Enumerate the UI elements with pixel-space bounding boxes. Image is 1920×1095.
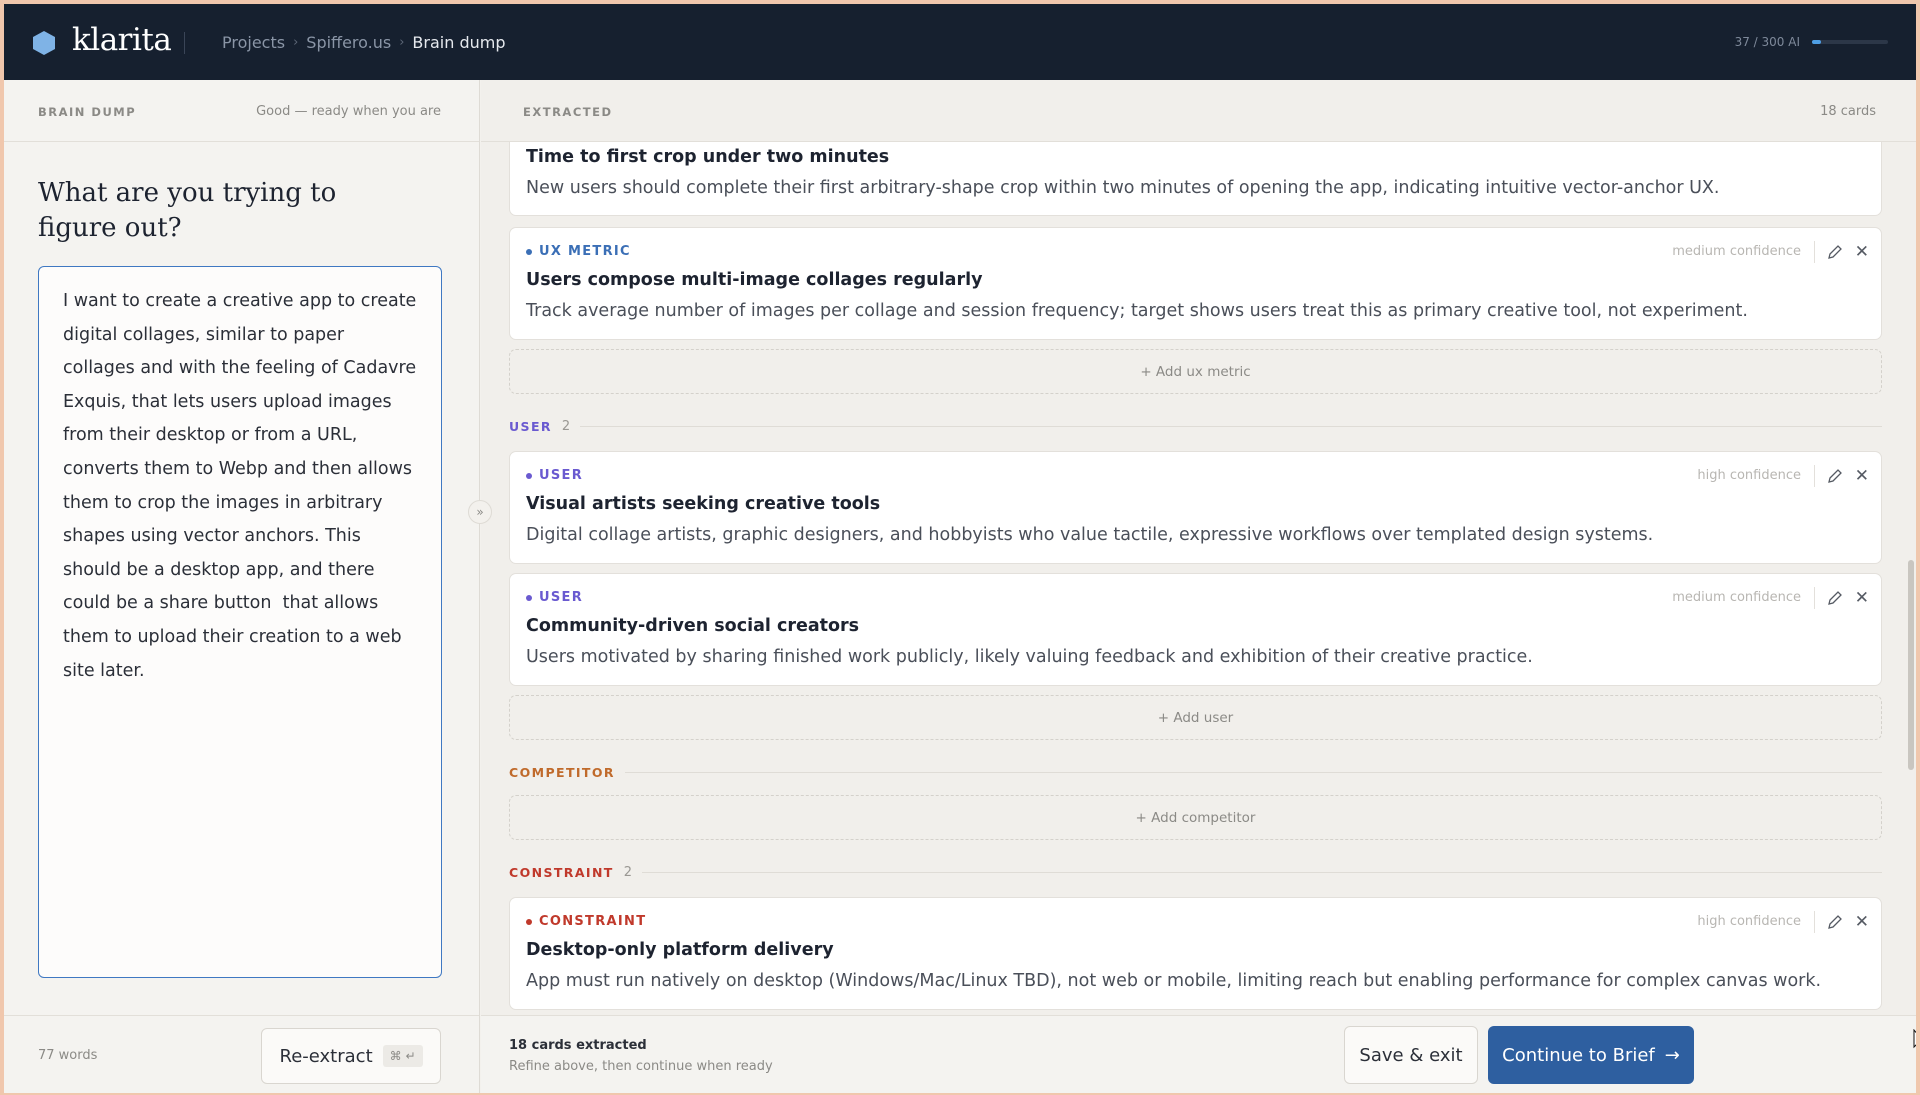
card-count: 18 cards <box>1820 104 1876 119</box>
section-count: 2 <box>623 864 633 880</box>
add-ux-metric-button[interactable]: + Add ux metric <box>509 349 1882 394</box>
card-item[interactable]: UX METRIC medium confidence ✕ Users comp… <box>509 227 1882 340</box>
continue-to-brief-button[interactable]: Continue to Brief → <box>1488 1026 1694 1084</box>
breadcrumb: Projects › Spiffero.us › Brain dump <box>222 33 505 52</box>
card-item[interactable]: Time to first crop under two minutes New… <box>509 142 1882 216</box>
breadcrumb-separator: › <box>399 35 405 50</box>
card-tag: USER <box>526 590 583 605</box>
section-divider <box>642 871 1882 873</box>
card-item[interactable]: USER high confidence ✕ Visual artists se… <box>509 451 1882 564</box>
ai-usage-bar <box>1812 40 1888 44</box>
extracted-footer: 18 cards extracted Refine above, then co… <box>481 1015 1916 1093</box>
card-description: Digital collage artists, graphic designe… <box>526 525 1654 545</box>
card-title: Visual artists seeking creative tools <box>526 494 881 514</box>
card-tag-label: USER <box>539 590 584 605</box>
cards-scroll-area[interactable]: Time to first crop under two minutes New… <box>481 142 1916 1015</box>
brain-dump-text[interactable]: I want to create a creative app to creat… <box>63 285 421 688</box>
app-window: klarita Projects › Spiffero.us › Brain d… <box>4 4 1916 1093</box>
pencil-icon[interactable] <box>1827 914 1843 930</box>
re-extract-label: Re-extract <box>279 1045 373 1067</box>
section-divider <box>624 771 1882 773</box>
card-item[interactable]: CONSTRAINT high confidence ✕ Desktop-onl… <box>509 897 1882 1010</box>
card-tag: UX METRIC <box>526 244 631 259</box>
close-icon[interactable]: ✕ <box>1855 466 1869 486</box>
cards-extracted-count: 18 cards extracted <box>509 1038 647 1053</box>
extracted-header: EXTRACTED 18 cards <box>481 80 1916 142</box>
pencil-icon[interactable] <box>1827 590 1843 606</box>
confidence-label: medium confidence <box>1672 590 1801 605</box>
card-item[interactable]: USER medium confidence ✕ Community-drive… <box>509 573 1882 686</box>
breadcrumb-projects[interactable]: Projects <box>222 33 285 52</box>
card-tag-label: CONSTRAINT <box>539 914 647 929</box>
keyboard-shortcut: ⌘ ↵ <box>382 1045 423 1067</box>
add-competitor-button[interactable]: + Add competitor <box>509 795 1882 840</box>
divider <box>1814 911 1815 933</box>
confidence-label: high confidence <box>1697 468 1801 483</box>
section-constraint: CONSTRAINT 2 <box>509 864 1882 880</box>
continue-label: Continue to Brief <box>1502 1044 1655 1066</box>
section-divider <box>580 425 1882 427</box>
card-title: Desktop-only platform delivery <box>526 940 834 960</box>
brain-dump-footer: 77 words Re-extract ⌘ ↵ <box>4 1015 479 1093</box>
mouse-cursor-icon <box>1913 1029 1916 1049</box>
divider <box>1814 241 1815 263</box>
topbar-divider <box>184 32 185 54</box>
add-user-button[interactable]: + Add user <box>509 695 1882 740</box>
re-extract-button[interactable]: Re-extract ⌘ ↵ <box>261 1028 441 1084</box>
scrollbar-thumb[interactable] <box>1908 560 1914 770</box>
extracted-pane: EXTRACTED 18 cards Time to first crop un… <box>481 80 1916 1093</box>
tag-dot-icon <box>526 472 532 479</box>
card-description: App must run natively on desktop (Window… <box>526 971 1822 991</box>
card-description: Users motivated by sharing finished work… <box>526 647 1533 667</box>
save-exit-button[interactable]: Save & exit <box>1344 1026 1478 1084</box>
confidence-label: medium confidence <box>1672 244 1801 259</box>
divider <box>1814 465 1815 487</box>
section-count: 2 <box>561 418 571 434</box>
section-user: USER 2 <box>509 418 1882 434</box>
brain-dump-header: BRAIN DUMP Good — ready when you are <box>4 80 479 142</box>
card-tag: CONSTRAINT <box>526 914 646 929</box>
card-title: Users compose multi-image collages regul… <box>526 270 983 290</box>
top-bar: klarita Projects › Spiffero.us › Brain d… <box>4 4 1916 80</box>
card-title: Community-driven social creators <box>526 616 860 636</box>
ai-usage-fill <box>1812 40 1822 44</box>
section-name: COMPETITOR <box>509 764 615 780</box>
prompt-question: What are you trying to figure out? <box>38 178 337 243</box>
app-logo-text[interactable]: klarita <box>72 22 172 58</box>
brain-dump-pane: BRAIN DUMP Good — ready when you are Wha… <box>4 80 480 1093</box>
collapse-pane-icon[interactable]: » <box>468 500 492 524</box>
extracted-label: EXTRACTED <box>523 105 613 119</box>
arrow-right-icon: → <box>1664 1044 1680 1066</box>
word-count: 77 words <box>38 1048 98 1063</box>
ai-usage-label: 37 / 300 AI <box>1734 35 1800 49</box>
card-tag-label: USER <box>539 468 584 483</box>
breadcrumb-separator: › <box>293 35 299 50</box>
brain-dump-textarea[interactable]: I want to create a creative app to creat… <box>38 266 442 978</box>
card-tag-label: UX METRIC <box>539 244 631 259</box>
confidence-label: high confidence <box>1697 914 1801 929</box>
section-competitor: COMPETITOR <box>509 764 1882 780</box>
brain-dump-label: BRAIN DUMP <box>38 105 137 119</box>
section-name: CONSTRAINT <box>509 864 614 880</box>
card-tag: USER <box>526 468 583 483</box>
close-icon[interactable]: ✕ <box>1855 588 1869 608</box>
card-description: Track average number of images per colla… <box>526 301 1748 321</box>
breadcrumb-project[interactable]: Spiffero.us <box>306 33 391 52</box>
tag-dot-icon <box>526 918 532 925</box>
pencil-icon[interactable] <box>1827 468 1843 484</box>
divider <box>1814 587 1815 609</box>
breadcrumb-current: Brain dump <box>412 33 506 52</box>
card-title: Time to first crop under two minutes <box>526 147 890 167</box>
close-icon[interactable]: ✕ <box>1855 912 1869 932</box>
logo-hexagon-icon <box>33 31 55 55</box>
footer-hint: Refine above, then continue when ready <box>509 1059 773 1074</box>
tag-dot-icon <box>526 594 532 601</box>
section-name: USER <box>509 418 552 434</box>
tag-dot-icon <box>526 248 532 255</box>
pencil-icon[interactable] <box>1827 244 1843 260</box>
card-description: New users should complete their first ar… <box>526 178 1720 198</box>
close-icon[interactable]: ✕ <box>1855 242 1869 262</box>
brain-dump-status: Good — ready when you are <box>256 104 441 119</box>
